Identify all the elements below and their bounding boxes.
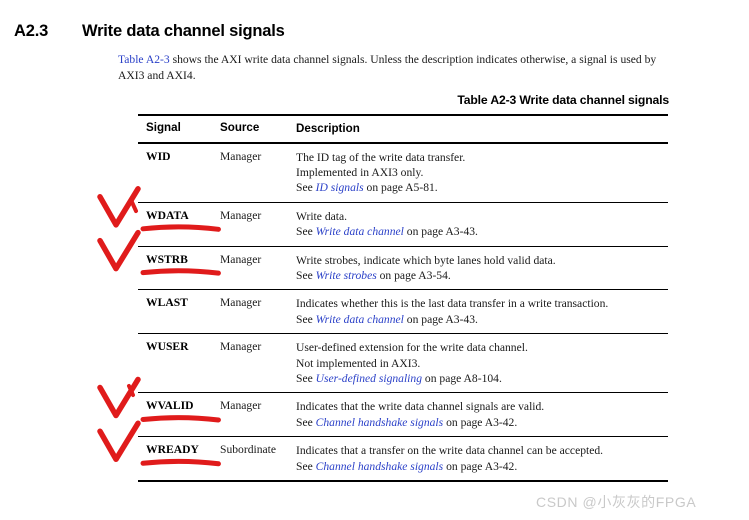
cell-description: The ID tag of the write data transfer. Im… bbox=[296, 150, 668, 196]
cell-source: Manager bbox=[220, 340, 262, 354]
table-header-row: Signal Source Description bbox=[138, 116, 668, 142]
cross-reference-link[interactable]: Write strobes bbox=[316, 269, 377, 282]
table-row: WID Manager The ID tag of the write data t… bbox=[138, 144, 668, 202]
cell-signal: WID bbox=[146, 149, 171, 163]
table-row: WVALID Manager Indicates that the write da… bbox=[138, 393, 668, 436]
description-text: See bbox=[296, 372, 316, 386]
table-row: WLAST Manager Indicates whether this is th… bbox=[138, 290, 668, 333]
description-line: Indicates that a transfer on the write d… bbox=[296, 443, 668, 458]
cell-source: Manager bbox=[220, 252, 262, 266]
checkmark-annotation-wvalid bbox=[97, 376, 141, 419]
cell-source: Manager bbox=[220, 208, 262, 222]
table-row: WUSER Manager User-defined extension for t… bbox=[138, 334, 668, 392]
description-text: Indicates whether this is the last data … bbox=[296, 297, 609, 311]
cell-signal: WVALID bbox=[146, 399, 194, 413]
cell-description: Write strobes, indicate which byte lanes… bbox=[296, 253, 668, 284]
column-header-signal: Signal bbox=[146, 120, 181, 134]
cell-signal: WLAST bbox=[146, 296, 188, 310]
cross-reference-link[interactable]: Write data channel bbox=[316, 225, 404, 238]
cross-reference-link[interactable]: Channel handshake signals bbox=[316, 460, 444, 473]
table-row: WREADY Subordinate Indicates that a transf… bbox=[138, 437, 668, 480]
table-row: WDATA Manager Write data. See Write data ch… bbox=[138, 203, 668, 246]
cell-source: Subordinate bbox=[220, 443, 277, 457]
table-body: WID Manager The ID tag of the write data t… bbox=[138, 144, 668, 482]
description-text: See bbox=[296, 415, 316, 429]
cross-reference-link[interactable]: Channel handshake signals bbox=[316, 416, 444, 429]
cell-description: User-defined extension for the write dat… bbox=[296, 340, 668, 386]
description-line: See Write data channel on page A3-43. bbox=[296, 312, 668, 327]
intro-paragraph: Table A2-3 shows the AXI write data chan… bbox=[118, 52, 671, 83]
description-text: Write strobes, indicate which byte lanes… bbox=[296, 253, 556, 267]
description-text: The ID tag of the write data transfer. bbox=[296, 150, 466, 164]
description-text: See bbox=[296, 459, 316, 473]
section-number: A2.3 bbox=[14, 22, 49, 40]
description-text: See bbox=[296, 269, 316, 283]
cell-description: Indicates that a transfer on the write d… bbox=[296, 443, 668, 474]
section-title: Write data channel signals bbox=[82, 22, 285, 40]
column-header-description: Description bbox=[296, 121, 360, 135]
cell-signal: WDATA bbox=[146, 208, 189, 222]
signals-table: Signal Source Description WID Manager The … bbox=[138, 114, 668, 482]
description-text: Indicates that a transfer on the write d… bbox=[296, 444, 604, 458]
cell-description: Write data. See Write data channel on pag… bbox=[296, 209, 668, 240]
description-text: See bbox=[296, 181, 316, 195]
document-page: A2.3 Write data channel signals Table A2… bbox=[0, 0, 749, 520]
cell-source: Manager bbox=[220, 296, 262, 310]
intro-text: shows the AXI write data channel signals… bbox=[118, 53, 657, 82]
cell-description: Indicates whether this is the last data … bbox=[296, 296, 668, 327]
description-text: Not implemented in AXI3. bbox=[296, 356, 421, 370]
checkmark-annotation-wstrb bbox=[97, 229, 141, 272]
description-page-ref: on page A8-104. bbox=[422, 372, 502, 386]
description-text: User-defined extension for the write dat… bbox=[296, 341, 528, 355]
description-page-ref: on page A3-43. bbox=[403, 225, 478, 239]
description-text: Write data. bbox=[296, 209, 348, 223]
checkmark-annotation-wready bbox=[97, 420, 141, 463]
description-line: See User-defined signaling on page A8-10… bbox=[296, 371, 668, 386]
description-line: See Write strobes on page A3-54. bbox=[296, 268, 668, 283]
table-caption: Table A2-3 Write data channel signals bbox=[457, 93, 669, 107]
table-row: WSTRB Manager Write strobes, indicate whic… bbox=[138, 247, 668, 290]
description-line: The ID tag of the write data transfer. bbox=[296, 150, 668, 165]
cell-source: Manager bbox=[220, 149, 262, 163]
description-line: See Channel handshake signals on page A3… bbox=[296, 459, 668, 474]
description-line: Indicates whether this is the last data … bbox=[296, 296, 668, 311]
description-line: Write strobes, indicate which byte lanes… bbox=[296, 253, 668, 268]
cell-source: Manager bbox=[220, 399, 262, 413]
stray-mark-upper bbox=[129, 198, 138, 213]
description-page-ref: on page A3-42. bbox=[443, 415, 518, 429]
stray-mark-lower bbox=[127, 384, 135, 397]
table-bottom-rule bbox=[138, 480, 668, 482]
description-page-ref: on page A3-43. bbox=[403, 312, 478, 326]
description-line: Implemented in AXI3 only. bbox=[296, 165, 668, 180]
csdn-watermark: CSDN @小灰灰的FPGA bbox=[536, 494, 697, 510]
table-reference-link[interactable]: Table A2-3 bbox=[118, 53, 170, 66]
description-page-ref: on page A3-54. bbox=[376, 269, 451, 283]
description-text: Implemented in AXI3 only. bbox=[296, 166, 424, 179]
description-page-ref: on page A3-42. bbox=[443, 459, 518, 473]
cell-signal: WREADY bbox=[146, 443, 199, 457]
description-line: Not implemented in AXI3. bbox=[296, 356, 668, 371]
description-line: See Channel handshake signals on page A3… bbox=[296, 415, 668, 430]
description-line: See ID signals on page A5-81. bbox=[296, 180, 668, 195]
description-line: See Write data channel on page A3-43. bbox=[296, 224, 668, 239]
description-line: User-defined extension for the write dat… bbox=[296, 340, 668, 355]
cross-reference-link[interactable]: User-defined signaling bbox=[316, 372, 422, 385]
section-heading: A2.3 Write data channel signals bbox=[14, 22, 714, 46]
description-line: Indicates that the write data channel si… bbox=[296, 399, 668, 414]
cell-signal: WUSER bbox=[146, 340, 189, 354]
description-line: Write data. bbox=[296, 209, 668, 224]
description-text: See bbox=[296, 225, 316, 239]
description-text: Indicates that the write data channel si… bbox=[296, 400, 545, 414]
description-text: See bbox=[296, 312, 316, 326]
cross-reference-link[interactable]: Write data channel bbox=[316, 313, 404, 326]
checkmark-annotation-wdata bbox=[97, 186, 141, 228]
cross-reference-link[interactable]: ID signals bbox=[316, 181, 364, 194]
column-header-source: Source bbox=[220, 120, 260, 134]
description-page-ref: on page A5-81. bbox=[363, 181, 438, 195]
cell-description: Indicates that the write data channel si… bbox=[296, 399, 668, 430]
cell-signal: WSTRB bbox=[146, 252, 188, 266]
